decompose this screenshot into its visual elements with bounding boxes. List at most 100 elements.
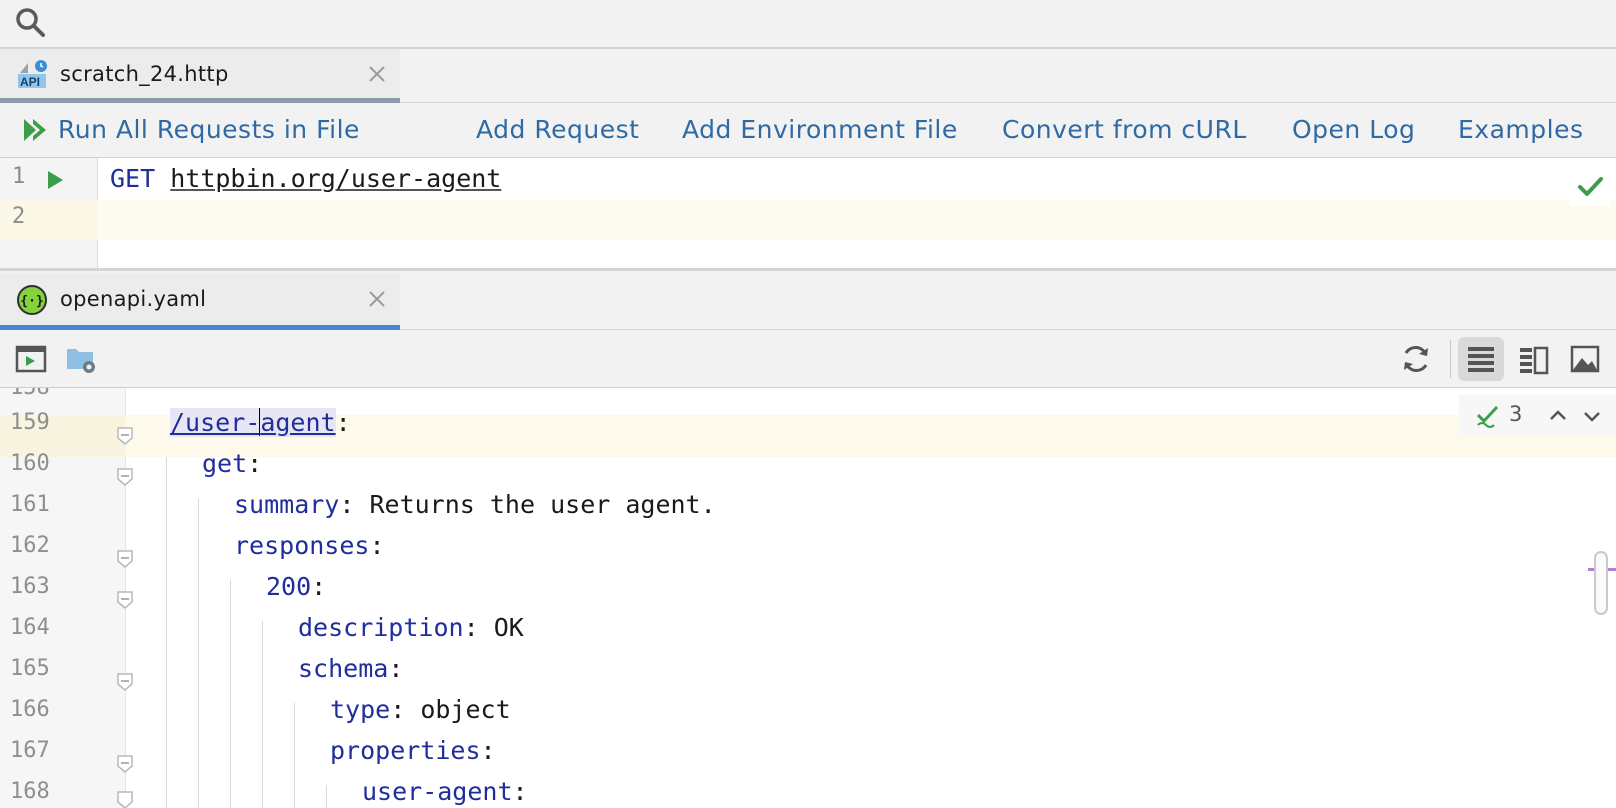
line-number: 2 xyxy=(12,204,26,229)
line-number: 166 xyxy=(10,697,50,722)
line-number: 167 xyxy=(10,738,50,763)
yaml-key: get xyxy=(202,449,248,478)
tab-label: openapi.yaml xyxy=(60,287,207,311)
code-line: properties: xyxy=(330,736,496,765)
examples-button[interactable]: Examples xyxy=(1458,115,1583,144)
search-icon[interactable] xyxy=(14,6,48,40)
yaml-value: Returns the user agent. xyxy=(354,490,716,519)
code-line: description: OK xyxy=(298,613,524,642)
run-all-requests-button[interactable]: Run All Requests in File xyxy=(22,115,360,144)
yaml-key: summary xyxy=(234,490,340,519)
yaml-key: 200 xyxy=(266,572,312,601)
indent-guide xyxy=(262,621,263,808)
code-line: schema: xyxy=(298,654,403,683)
code-line: summary: Returns the user agent. xyxy=(234,490,716,519)
colon: : xyxy=(335,408,351,437)
yaml-key: description xyxy=(298,613,464,642)
inspection-count: 3 xyxy=(1509,402,1523,426)
terminal-preview-icon[interactable] xyxy=(14,342,48,376)
colon: : xyxy=(390,695,406,724)
line-number: 1 xyxy=(12,164,26,189)
inspection-ok-icon xyxy=(1476,405,1499,428)
indent-guide xyxy=(294,703,295,808)
line-number: 163 xyxy=(10,574,50,599)
colon: : xyxy=(512,777,528,806)
inspection-widget[interactable]: 3 xyxy=(1459,395,1616,435)
http-editor[interactable]: 1 2 GET httpbin.org/user-agent xyxy=(0,158,1616,271)
path-segment: /user- xyxy=(170,408,261,437)
run-icon[interactable] xyxy=(44,169,66,191)
editor-only-icon[interactable] xyxy=(1458,337,1504,381)
code-line: /user-agent: xyxy=(170,408,351,437)
close-icon[interactable] xyxy=(364,286,390,312)
code-line: 200: xyxy=(266,572,326,601)
fold-marker-icon[interactable] xyxy=(115,426,135,446)
code-line: responses: xyxy=(234,531,385,560)
tab-openapi-yaml[interactable]: {·} openapi.yaml xyxy=(0,274,400,330)
line-number: 162 xyxy=(10,533,50,558)
colon: : xyxy=(311,572,327,601)
http-method: GET xyxy=(110,164,156,193)
code-line: type: object xyxy=(330,695,511,724)
scrollbar-thumb[interactable] xyxy=(1594,551,1608,615)
line-number: 164 xyxy=(10,615,50,640)
check-icon xyxy=(1570,166,1610,206)
fold-marker-icon[interactable] xyxy=(115,590,135,610)
fold-marker-icon[interactable] xyxy=(115,790,135,808)
indent-guide xyxy=(326,785,327,808)
fold-marker-icon[interactable] xyxy=(115,549,135,569)
run-all-icon xyxy=(24,118,46,141)
code-line: user-agent: xyxy=(362,777,528,806)
colon: : xyxy=(388,654,404,683)
yaml-key: properties xyxy=(330,736,481,765)
api-file-icon: API xyxy=(18,60,47,89)
line-number: 168 xyxy=(10,779,50,804)
toolbar-separator xyxy=(1450,340,1451,378)
svg-text:{·}: {·} xyxy=(20,294,43,309)
add-request-button[interactable]: Add Request xyxy=(476,115,639,144)
colon: : xyxy=(339,490,355,519)
path-segment: agent xyxy=(260,408,336,437)
convert-from-curl-button[interactable]: Convert from cURL xyxy=(1002,115,1247,144)
yaml-editor[interactable]: 158 159 160 161 162 163 164 165 166 167 … xyxy=(0,388,1616,808)
refresh-icon[interactable] xyxy=(1399,342,1433,376)
line-number: 165 xyxy=(10,656,50,681)
http-toolbar: Run All Requests in File Add Request Add… xyxy=(0,103,1616,158)
split-view-icon[interactable] xyxy=(1510,337,1556,381)
yaml-key: schema xyxy=(298,654,389,683)
preview-only-icon[interactable] xyxy=(1562,337,1608,381)
request-url[interactable]: httpbin.org/user-agent xyxy=(170,164,501,193)
fold-marker-icon[interactable] xyxy=(115,467,135,487)
fold-marker-icon[interactable] xyxy=(115,754,135,774)
close-icon[interactable] xyxy=(364,61,390,87)
indent-guide xyxy=(198,498,199,808)
colon: : xyxy=(463,613,479,642)
tab-label: scratch_24.http xyxy=(60,62,229,86)
yaml-key: responses xyxy=(234,531,370,560)
yaml-tab-strip: {·} openapi.yaml xyxy=(0,274,1616,330)
tab-scratch-http[interactable]: API scratch_24.http xyxy=(0,49,400,103)
line-number: 159 xyxy=(10,410,50,435)
yaml-key: type xyxy=(330,695,391,724)
current-line-highlight xyxy=(98,200,1616,240)
folder-settings-icon[interactable] xyxy=(64,342,98,376)
chevron-up-icon[interactable] xyxy=(1547,405,1569,427)
top-bar xyxy=(0,0,1616,49)
yaml-toolbar xyxy=(0,330,1616,388)
line-number: 158 xyxy=(10,388,70,400)
colon: : xyxy=(369,531,385,560)
run-all-label: Run All Requests in File xyxy=(58,115,360,144)
fold-marker-icon[interactable] xyxy=(115,672,135,692)
line-number: 161 xyxy=(10,492,50,517)
http-request-line: GET httpbin.org/user-agent xyxy=(110,164,501,193)
indent-guide xyxy=(166,457,167,808)
add-environment-file-button[interactable]: Add Environment File xyxy=(682,115,958,144)
chevron-down-icon[interactable] xyxy=(1581,405,1603,427)
code-line: get: xyxy=(202,449,262,478)
yaml-value: OK xyxy=(478,613,524,642)
yaml-value: object xyxy=(405,695,511,724)
open-log-button[interactable]: Open Log xyxy=(1292,115,1415,144)
api-icon-text: API xyxy=(20,75,40,89)
openapi-file-icon: {·} xyxy=(17,285,47,315)
http-tab-strip: API scratch_24.http xyxy=(0,49,1616,103)
